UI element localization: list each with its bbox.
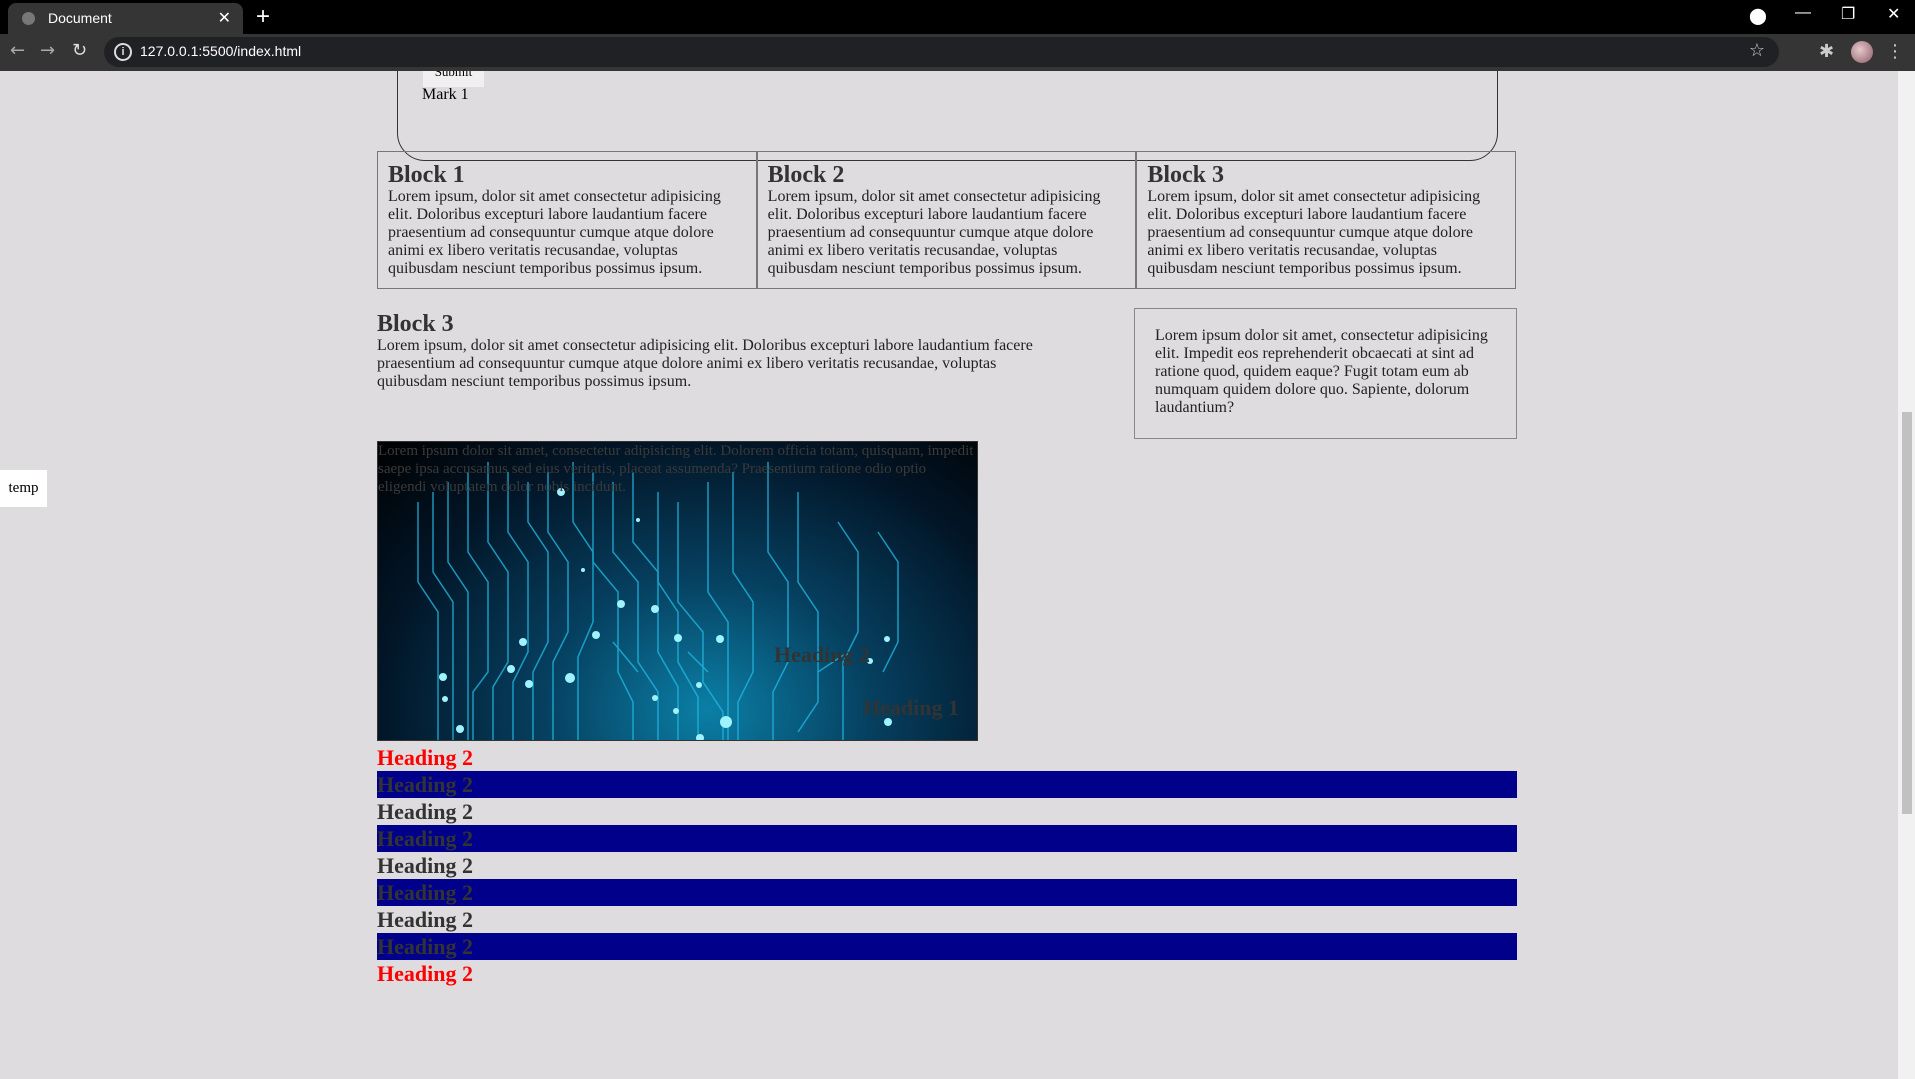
page-viewport: Submit Mark 1 Block 1 Lorem ipsum, dolor…: [0, 71, 1898, 1079]
address-bar[interactable]: i 127.0.0.1:5500/index.html ☆: [104, 37, 1779, 67]
reload-icon[interactable]: ↻: [72, 40, 87, 61]
window-close-icon[interactable]: ✕: [1887, 4, 1900, 24]
browser-toolbar: ← → ↻ i 127.0.0.1:5500/index.html ☆ ✱ ⋮: [0, 34, 1915, 71]
block-text: Lorem ipsum, dolor sit amet consectetur …: [1147, 188, 1481, 277]
block-1: Block 1 Lorem ipsum, dolor sit amet cons…: [377, 151, 757, 289]
heading-row: Heading 2: [377, 825, 1517, 852]
scrollbar-thumb[interactable]: [1902, 412, 1912, 814]
block-title: Block 3: [1147, 162, 1225, 188]
heading-row: Heading 2: [377, 799, 473, 824]
heading-row: Heading 2: [377, 879, 1517, 906]
tab-bar: Document ✕ + ⬤ — ❐ ✕: [0, 0, 1915, 34]
bookmark-star-icon[interactable]: ☆: [1749, 40, 1765, 61]
block-3: Block 3 Lorem ipsum, dolor sit amet cons…: [1136, 151, 1517, 289]
restore-icon[interactable]: ❐: [1841, 4, 1855, 24]
wide-block-text: Lorem ipsum, dolor sit amet consectetur …: [377, 337, 1033, 390]
url-text[interactable]: 127.0.0.1:5500/index.html: [140, 43, 301, 59]
close-tab-icon[interactable]: ✕: [218, 8, 231, 28]
hero-heading-1: Heading 1: [863, 695, 959, 720]
avatar[interactable]: [1851, 41, 1873, 63]
form-container: [397, 71, 1498, 161]
globe-icon: [22, 12, 35, 25]
mark-label: Mark 1: [422, 86, 469, 103]
block-2: Block 2 Lorem ipsum, dolor sit amet cons…: [756, 151, 1137, 289]
heading-row: Heading 2: [377, 907, 473, 932]
temp-label: temp: [0, 470, 47, 507]
circuit-hero-image: Lorem ipsum dolor sit amet, consectetur …: [377, 441, 978, 741]
submit-button[interactable]: Submit: [423, 71, 484, 87]
blocks-row: Block 1 Lorem ipsum, dolor sit amet cons…: [377, 151, 1517, 289]
hero-paragraph: Lorem ipsum dolor sit amet, consectetur …: [378, 443, 974, 495]
profile-menu-icon[interactable]: ⬤: [1749, 6, 1767, 26]
hero-heading-2: Heading 2: [774, 642, 870, 667]
new-tab-icon[interactable]: +: [256, 3, 270, 31]
heading-row: Heading 2: [377, 771, 1517, 798]
block-text: Lorem ipsum, dolor sit amet consectetur …: [767, 188, 1101, 277]
wide-block: Block 3 Lorem ipsum, dolor sit amet cons…: [377, 311, 1047, 391]
aside-box: Lorem ipsum dolor sit amet, consectetur …: [1134, 308, 1517, 439]
info-icon[interactable]: i: [114, 43, 132, 61]
heading-stack: Heading 2 Heading 2 Heading 2 Heading 2 …: [377, 744, 1517, 987]
tab-title: Document: [48, 10, 112, 26]
back-icon[interactable]: ←: [10, 40, 25, 61]
heading-row: Heading 2: [377, 853, 473, 878]
heading-row: Heading 2: [377, 745, 473, 770]
menu-kebab-icon[interactable]: ⋮: [1886, 41, 1904, 62]
block-text: Lorem ipsum, dolor sit amet consectetur …: [388, 188, 721, 277]
browser-tab[interactable]: Document ✕: [8, 3, 243, 34]
heading-row: Heading 2: [377, 933, 1517, 960]
block-title: Block 1: [388, 162, 465, 188]
extensions-icon[interactable]: ✱: [1819, 41, 1834, 62]
forward-icon[interactable]: →: [40, 40, 55, 61]
block-title: Block 2: [767, 162, 845, 188]
minimize-icon[interactable]: —: [1795, 4, 1811, 22]
heading-row: Heading 2: [377, 961, 473, 986]
wide-block-title: Block 3: [377, 311, 454, 337]
